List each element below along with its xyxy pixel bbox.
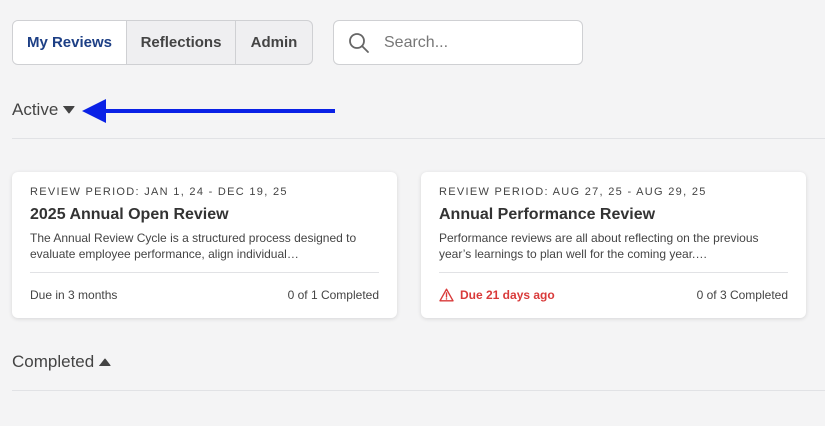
review-title: 2025 Annual Open Review bbox=[30, 206, 229, 223]
card-footer: Due in 3 months 0 of 1 Completed bbox=[30, 288, 379, 302]
review-card[interactable]: REVIEW PERIOD: AUG 27, 25 - AUG 29, 25 A… bbox=[421, 172, 806, 318]
section-divider bbox=[12, 390, 825, 391]
card-footer: Due 21 days ago 0 of 3 Completed bbox=[439, 288, 788, 302]
active-section-label: Active bbox=[12, 100, 59, 119]
caret-down-icon bbox=[63, 106, 75, 114]
tab-reflections[interactable]: Reflections bbox=[127, 21, 236, 64]
search-input[interactable] bbox=[384, 33, 574, 52]
caret-up-icon bbox=[99, 358, 111, 366]
due-text: Due 21 days ago bbox=[460, 288, 555, 302]
tab-bar: My Reviews Reflections Admin bbox=[12, 20, 313, 65]
review-period: REVIEW PERIOD: AUG 27, 25 - AUG 29, 25 bbox=[439, 186, 707, 198]
review-description: The Annual Review Cycle is a structured … bbox=[30, 231, 357, 261]
card-divider bbox=[439, 272, 788, 273]
section-divider bbox=[12, 138, 825, 139]
completion-count: 0 of 3 Completed bbox=[696, 288, 788, 302]
review-title: Annual Performance Review bbox=[439, 206, 656, 223]
warning-icon bbox=[439, 288, 454, 302]
due-status: Due 21 days ago bbox=[439, 288, 555, 302]
page: My Reviews Reflections Admin Active REVI… bbox=[0, 0, 825, 426]
search-icon bbox=[349, 32, 369, 53]
active-section-toggle[interactable]: Active bbox=[12, 100, 75, 120]
review-card[interactable]: REVIEW PERIOD: JAN 1, 24 - DEC 19, 25 20… bbox=[12, 172, 397, 318]
search-box[interactable] bbox=[333, 20, 583, 65]
review-description: Performance reviews are all about reflec… bbox=[439, 231, 759, 261]
review-period: REVIEW PERIOD: JAN 1, 24 - DEC 19, 25 bbox=[30, 186, 288, 198]
due-status: Due in 3 months bbox=[30, 288, 118, 302]
completion-count: 0 of 1 Completed bbox=[287, 288, 379, 302]
card-divider bbox=[30, 272, 379, 273]
annotation-arrow-icon bbox=[82, 99, 335, 123]
completed-section-label: Completed bbox=[12, 352, 95, 371]
completed-section-toggle[interactable]: Completed bbox=[12, 352, 111, 372]
tab-my-reviews[interactable]: My Reviews bbox=[13, 21, 127, 64]
tab-admin[interactable]: Admin bbox=[236, 21, 312, 64]
